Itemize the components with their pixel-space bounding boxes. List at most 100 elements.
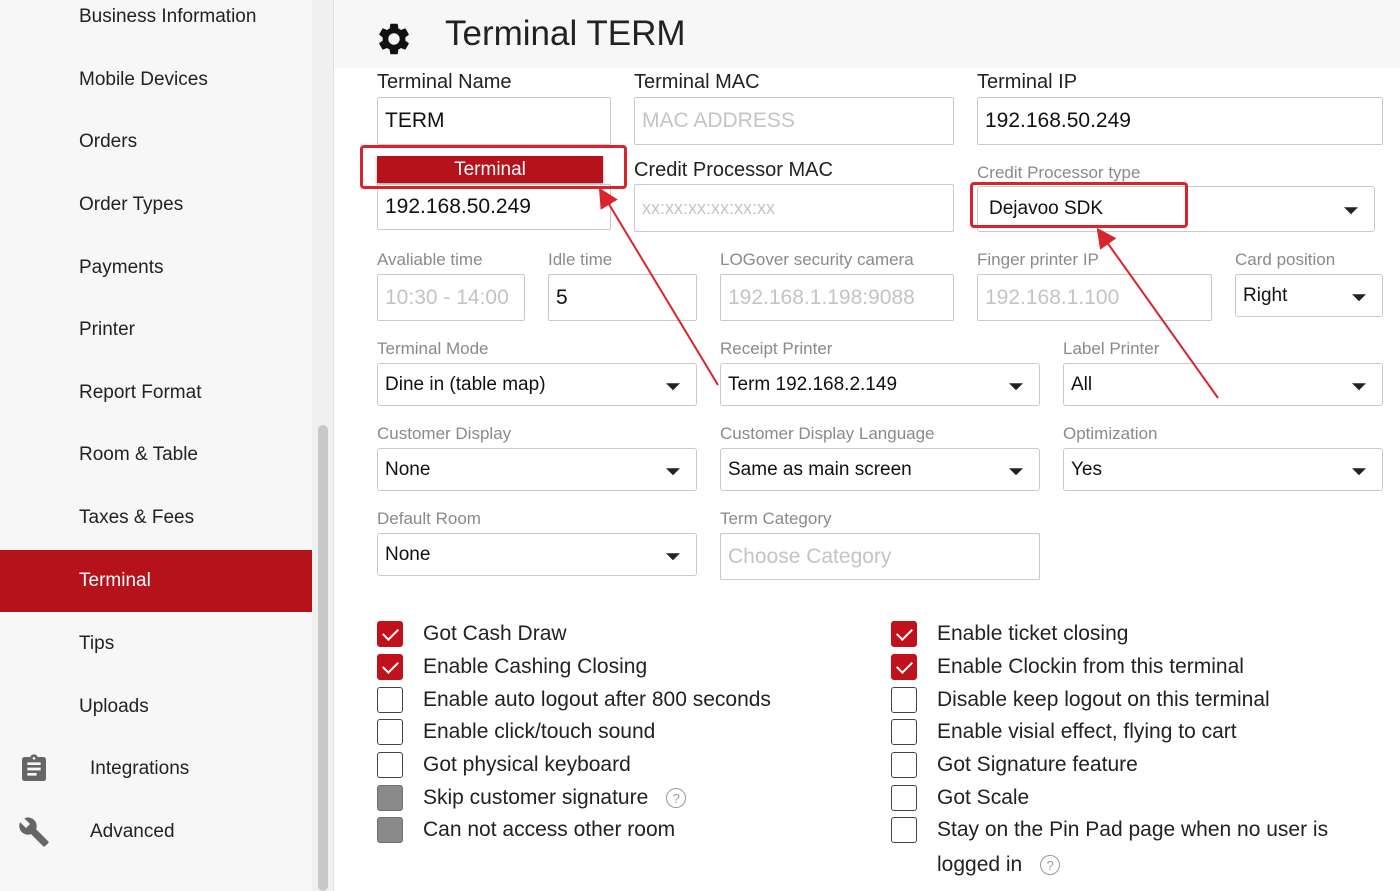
terminal-mac-placeholder: MAC ADDRESS: [642, 109, 795, 132]
checkbox-enable-visual-effect[interactable]: Enable visial effect, flying to cart: [891, 719, 1237, 745]
sidebar-item-taxes-fees[interactable]: Taxes & Fees: [0, 487, 312, 549]
label-printer-select[interactable]: All: [1063, 363, 1383, 406]
checkbox-label: Can not access other room: [423, 818, 676, 841]
checkbox-box[interactable]: [891, 621, 917, 647]
checkbox-box[interactable]: [891, 719, 917, 745]
page-header: Terminal TERM: [335, 0, 1400, 68]
terminal-ip-input[interactable]: 192.168.50.249: [977, 97, 1383, 145]
terminal-mode-value: Dine in (table map): [385, 373, 546, 395]
receipt-printer-select[interactable]: Term 192.168.2.149: [720, 363, 1040, 406]
checkbox-label-continued: logged in ?: [937, 853, 1061, 877]
chevron-down-icon: [666, 382, 680, 390]
terminal-mac-label: Terminal MAC: [634, 71, 760, 93]
available-time-label: Avaliable time: [377, 250, 483, 269]
sidebar-item-printer[interactable]: Printer: [0, 299, 312, 361]
sidebar-item-report-format[interactable]: Report Format: [0, 362, 312, 424]
credit-processor-type-label: Credit Processor type: [977, 163, 1141, 182]
terminal-name-input[interactable]: TERM: [377, 97, 611, 145]
sidebar-item-orders[interactable]: Orders: [0, 111, 312, 173]
logover-camera-placeholder: 192.168.1.198:9088: [728, 285, 915, 309]
checkbox-got-signature-feature[interactable]: Got Signature feature: [891, 752, 1138, 778]
sidebar-scrollbar-thumb[interactable]: [318, 425, 328, 891]
help-icon[interactable]: ?: [666, 788, 687, 808]
sidebar-item-tips[interactable]: Tips: [0, 613, 312, 675]
finger-printer-ip-input[interactable]: 192.168.1.100: [977, 274, 1212, 321]
help-icon[interactable]: ?: [1040, 855, 1061, 875]
checkbox-box[interactable]: [891, 687, 917, 713]
checkbox-box[interactable]: [891, 785, 917, 811]
checkbox-box[interactable]: [377, 687, 403, 713]
checkbox-box[interactable]: [891, 654, 917, 680]
terminal-address-input[interactable]: 192.168.50.249: [377, 184, 611, 230]
sidebar-item-label: Order Types: [79, 194, 184, 215]
checkbox-enable-ticket-closing[interactable]: Enable ticket closing: [891, 621, 1128, 647]
sidebar-item-advanced[interactable]: Advanced: [0, 801, 312, 863]
optimization-label: Optimization: [1063, 424, 1158, 443]
checkbox-stay-on-pin-pad[interactable]: Stay on the Pin Pad page when no user is: [891, 817, 1328, 843]
label-printer-value: All: [1071, 373, 1093, 395]
credit-processor-mac-input[interactable]: xx:xx:xx:xx:xx:xx: [634, 184, 954, 232]
sidebar-item-uploads[interactable]: Uploads: [0, 676, 312, 738]
gear-icon: [379, 23, 409, 55]
checkbox-box[interactable]: [377, 752, 403, 778]
checkbox-cannot-access-other-room[interactable]: Can not access other room: [377, 817, 675, 843]
idle-time-label: Idle time: [548, 250, 613, 269]
logover-camera-label: LOGover security camera: [720, 250, 914, 269]
checkbox-box[interactable]: [891, 817, 917, 843]
chevron-down-icon: [1352, 293, 1366, 301]
sidebar-item-mobile-devices[interactable]: Mobile Devices: [0, 49, 312, 111]
customer-display-language-select[interactable]: Same as main screen: [720, 448, 1040, 491]
terminal-name-value: TERM: [385, 109, 445, 132]
checkbox-enable-auto-logout[interactable]: Enable auto logout after 800 seconds: [377, 687, 771, 713]
sidebar-item-order-types[interactable]: Order Types: [0, 174, 312, 236]
customer-display-value: None: [385, 458, 431, 480]
checkbox-enable-click-sound[interactable]: Enable click/touch sound: [377, 719, 655, 745]
customer-display-select[interactable]: None: [377, 448, 697, 491]
term-category-input[interactable]: Choose Category: [720, 533, 1040, 580]
checkbox-box[interactable]: [891, 752, 917, 778]
terminal-name-label: Terminal Name: [377, 71, 512, 93]
idle-time-input[interactable]: 5: [548, 274, 697, 321]
checkbox-label: Disable keep logout on this terminal: [937, 688, 1270, 711]
sidebar: Business Information Mobile Devices Orde…: [0, 0, 312, 891]
checkbox-label: Got physical keyboard: [423, 753, 631, 776]
checkbox-disable-keep-logout[interactable]: Disable keep logout on this terminal: [891, 687, 1270, 713]
checkbox-got-scale[interactable]: Got Scale: [891, 785, 1029, 811]
optimization-select[interactable]: Yes: [1063, 448, 1383, 491]
sidebar-item-business-information[interactable]: Business Information: [0, 0, 312, 48]
checkbox-enable-cashing-closing[interactable]: Enable Cashing Closing: [377, 654, 647, 680]
checkbox-box[interactable]: [377, 621, 403, 647]
sidebar-item-terminal[interactable]: Terminal: [0, 550, 312, 612]
checkbox-label-line2: logged in: [937, 853, 1023, 876]
logover-camera-input[interactable]: 192.168.1.198:9088: [720, 274, 954, 321]
customer-display-label: Customer Display: [377, 424, 512, 443]
checkbox-got-physical-keyboard[interactable]: Got physical keyboard: [377, 752, 631, 778]
optimization-value: Yes: [1071, 458, 1102, 480]
sidebar-item-payments[interactable]: Payments: [0, 237, 312, 299]
available-time-input[interactable]: 10:30 - 14:00: [377, 274, 525, 321]
terminal-mac-input[interactable]: MAC ADDRESS: [634, 97, 954, 145]
label-printer-label: Label Printer: [1063, 339, 1160, 358]
page-title: Terminal TERM: [445, 14, 686, 53]
checkbox-box[interactable]: [377, 719, 403, 745]
checkbox-box[interactable]: [377, 654, 403, 680]
clipboard-icon: [22, 754, 46, 781]
checkbox-label: Stay on the Pin Pad page when no user is: [937, 818, 1329, 841]
sidebar-item-label: Mobile Devices: [79, 69, 208, 90]
terminal-mode-select[interactable]: Dine in (table map): [377, 363, 697, 406]
sidebar-item-room-table[interactable]: Room & Table: [0, 424, 312, 486]
checkbox-box: [377, 817, 403, 843]
checkbox-skip-customer-signature[interactable]: Skip customer signature ?: [377, 785, 687, 811]
default-room-select[interactable]: None: [377, 533, 697, 576]
card-position-select[interactable]: Right: [1235, 274, 1383, 317]
sidebar-item-integrations[interactable]: Integrations: [0, 738, 312, 800]
checkbox-got-cash-draw[interactable]: Got Cash Draw: [377, 621, 567, 647]
annotation-highlight-processor-type: [970, 182, 1188, 228]
chevron-down-icon: [1009, 467, 1023, 475]
idle-time-value: 5: [556, 285, 568, 309]
finger-printer-ip-placeholder: 192.168.1.100: [985, 285, 1120, 309]
wrench-icon: [19, 817, 49, 847]
terminal-ip-value: 192.168.50.249: [985, 109, 1131, 132]
checkbox-enable-clockin[interactable]: Enable Clockin from this terminal: [891, 654, 1244, 680]
main-content: Terminal TERM Terminal Name TERM Termina…: [335, 0, 1400, 891]
